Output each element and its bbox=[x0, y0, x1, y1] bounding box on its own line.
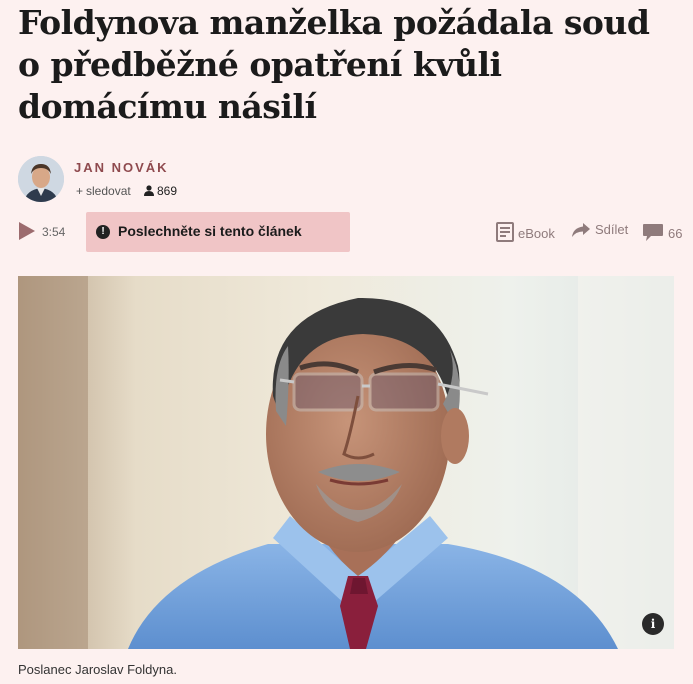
followers-count: 869 bbox=[144, 184, 177, 198]
comments-button[interactable]: 66 bbox=[642, 222, 682, 242]
follow-label: sledovat bbox=[86, 184, 131, 198]
comment-icon bbox=[643, 224, 663, 241]
listen-article-button[interactable]: ! Poslechněte si tento článek bbox=[86, 212, 350, 252]
listen-label: Poslechněte si tento článek bbox=[118, 223, 302, 239]
author-avatar[interactable] bbox=[18, 156, 64, 202]
ebook-button[interactable]: eBook bbox=[496, 222, 555, 242]
article-title: Foldynova manželka požádala soud o předb… bbox=[18, 3, 650, 126]
share-icon bbox=[572, 223, 590, 237]
audio-duration: 3:54 bbox=[42, 225, 66, 239]
ebook-icon bbox=[496, 222, 514, 242]
share-label: Sdílet bbox=[595, 222, 629, 237]
play-icon[interactable] bbox=[18, 221, 36, 241]
ebook-label: eBook bbox=[518, 226, 555, 241]
share-button[interactable]: Sdílet bbox=[571, 222, 628, 238]
photo-info-button[interactable]: i bbox=[642, 613, 664, 635]
comments-count: 66 bbox=[668, 226, 683, 241]
audio-toolbar: 3:54 ! Poslechněte si tento článek eBook… bbox=[18, 212, 693, 252]
photo-caption: Poslanec Jaroslav Foldyna. bbox=[18, 662, 177, 677]
person-icon bbox=[144, 185, 154, 196]
author-name[interactable]: JAN NOVÁK bbox=[74, 160, 169, 175]
plus-icon: + bbox=[76, 184, 84, 198]
author-block: JAN NOVÁK + sledovat 869 bbox=[18, 156, 418, 204]
followers-number: 869 bbox=[157, 184, 178, 198]
photo-image bbox=[18, 276, 674, 649]
info-icon: ! bbox=[96, 225, 110, 239]
follow-button[interactable]: + sledovat bbox=[76, 184, 131, 198]
article-photo[interactable]: i bbox=[18, 276, 674, 649]
